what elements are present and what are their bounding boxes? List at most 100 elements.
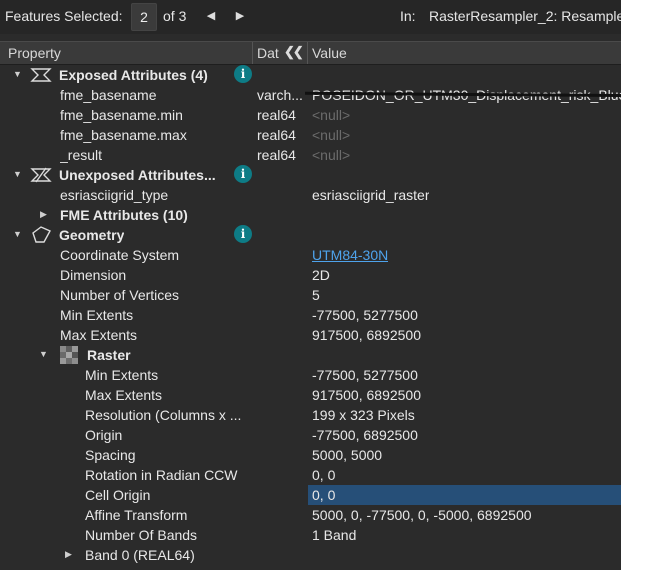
- table-row[interactable]: Rotation in Radian CCW 0, 0: [0, 465, 621, 485]
- table-row[interactable]: Min Extents -77500, 5277500: [0, 365, 621, 385]
- tree-row-unexposed-attributes[interactable]: ▼ Unexposed Attributes... i: [0, 165, 621, 185]
- table-row[interactable]: Min Extents -77500, 5277500: [0, 305, 621, 325]
- table-row[interactable]: Number Of Bands 1 Band: [0, 525, 621, 545]
- property-name: Rotation in Radian CCW: [85, 467, 238, 483]
- tree-row-exposed-attributes[interactable]: ▼ Exposed Attributes (4) i: [0, 65, 621, 85]
- group-label: Band 0 (REAL64): [85, 547, 195, 563]
- feature-index-field[interactable]: 2: [131, 3, 157, 31]
- property-value: 917500, 6892500: [312, 327, 421, 343]
- triangle-left-icon: ◀: [206, 10, 216, 22]
- table-row[interactable]: Dimension 2D: [0, 265, 621, 285]
- property-name: Coordinate System: [60, 247, 180, 263]
- features-selected-label: Features Selected:: [5, 8, 123, 24]
- sigma-slash-icon: [30, 167, 52, 183]
- value-column-header[interactable]: Value: [312, 45, 347, 61]
- in-label: In:: [400, 8, 416, 24]
- table-row[interactable]: Affine Transform 5000, 0, -77500, 0, -50…: [0, 505, 621, 525]
- info-icon[interactable]: i: [234, 165, 252, 183]
- chevron-down-icon[interactable]: ▼: [39, 349, 48, 359]
- chevron-down-icon[interactable]: ▼: [13, 169, 22, 179]
- group-label: Raster: [87, 347, 131, 363]
- property-value: 2D: [312, 267, 330, 283]
- triangle-right-icon: ▶: [235, 10, 245, 22]
- table-row[interactable]: Max Extents 917500, 6892500: [0, 325, 621, 345]
- chevron-right-icon[interactable]: ▶: [65, 549, 72, 560]
- property-name: Dimension: [60, 267, 127, 283]
- selected-value-cell[interactable]: 0, 0: [308, 485, 621, 505]
- group-label: Geometry: [59, 227, 125, 243]
- group-label: Unexposed Attributes...: [59, 167, 216, 183]
- property-value: 5000, 0, -77500, 0, -5000, 6892500: [312, 507, 532, 523]
- property-column-header[interactable]: Property: [8, 45, 61, 61]
- table-row[interactable]: fme_basename varch... POSEIDON_OR_UTM30_…: [0, 85, 621, 105]
- datatype-column-header[interactable]: Dat: [257, 45, 279, 61]
- property-name: Resolution (Columns x ...: [85, 407, 242, 423]
- raster-icon: [60, 346, 78, 364]
- info-icon[interactable]: i: [234, 65, 252, 83]
- property-value: -77500, 6892500: [312, 427, 418, 443]
- attribute-name: _result: [60, 147, 103, 163]
- property-value: 5000, 5000: [312, 447, 383, 463]
- property-name: Min Extents: [60, 307, 134, 323]
- attribute-type: varch...: [257, 87, 303, 103]
- tree-row-geometry[interactable]: ▼ Geometry i: [0, 225, 621, 245]
- attribute-name: fme_basename: [60, 87, 157, 103]
- group-label: FME Attributes (10): [60, 207, 188, 223]
- column-header: Property Dat ❮❮ Value: [0, 41, 621, 65]
- table-row[interactable]: esriasciigrid_type esriasciigrid_raster: [0, 185, 621, 205]
- property-value: -77500, 5277500: [312, 307, 418, 323]
- next-feature-button[interactable]: ▶: [232, 6, 248, 26]
- attribute-name: fme_basename.min: [60, 107, 183, 123]
- table-row[interactable]: Resolution (Columns x ... 199 x 323 Pixe…: [0, 405, 621, 425]
- info-icon[interactable]: i: [234, 225, 252, 243]
- tree-row-raster[interactable]: ▼ Raster: [0, 345, 621, 365]
- property-name: Min Extents: [85, 367, 159, 383]
- feature-information-panel: Features Selected: 2 of 3 ◀ ▶ In: Raster…: [0, 0, 621, 570]
- table-row[interactable]: Coordinate System UTM84-30N: [0, 245, 621, 265]
- coordinate-system-link[interactable]: UTM84-30N: [312, 246, 388, 264]
- tree-row-fme-attributes[interactable]: ▶ FME Attributes (10): [0, 205, 621, 225]
- property-name: Cell Origin: [85, 487, 151, 503]
- sigma-icon: [30, 68, 52, 82]
- property-name: Max Extents: [60, 327, 138, 343]
- attribute-name: fme_basename.max: [60, 127, 187, 143]
- attribute-type: real64: [257, 147, 296, 163]
- table-row[interactable]: Number of Vertices 5: [0, 285, 621, 305]
- chevron-right-icon[interactable]: ▶: [40, 209, 47, 220]
- property-value: 917500, 6892500: [312, 387, 421, 403]
- property-value: 0, 0: [312, 487, 336, 503]
- attribute-value: <null>: [312, 107, 351, 123]
- attribute-value: <null>: [312, 127, 351, 143]
- chevron-down-icon[interactable]: ▼: [13, 69, 22, 79]
- table-row[interactable]: Max Extents 917500, 6892500: [0, 385, 621, 405]
- in-transformer-value: RasterResampler_2: Resample: [429, 8, 621, 24]
- tree-row-band-0[interactable]: ▶ Band 0 (REAL64): [0, 545, 621, 565]
- table-row[interactable]: Origin -77500, 6892500: [0, 425, 621, 445]
- attribute-value: esriasciigrid_raster: [312, 187, 430, 203]
- chevron-down-icon[interactable]: ▼: [13, 229, 22, 239]
- feature-toolbar: Features Selected: 2 of 3 ◀ ▶ In: Raster…: [0, 0, 621, 34]
- group-label: Exposed Attributes (4): [59, 67, 208, 83]
- property-value: 1 Band: [312, 527, 357, 543]
- attribute-type: real64: [257, 127, 296, 143]
- outside-area: [621, 0, 651, 570]
- property-name: Number of Vertices: [60, 287, 180, 303]
- table-row[interactable]: _result real64 <null>: [0, 145, 621, 165]
- attribute-name: esriasciigrid_type: [60, 187, 169, 203]
- property-name: Number Of Bands: [85, 527, 198, 543]
- double-chevron-left-icon[interactable]: ❮❮: [284, 44, 304, 60]
- property-value: 0, 0: [312, 467, 336, 483]
- property-name: Affine Transform: [85, 507, 188, 523]
- property-value: 199 x 323 Pixels: [312, 407, 415, 423]
- table-row[interactable]: Spacing 5000, 5000: [0, 445, 621, 465]
- table-row[interactable]: fme_basename.max real64 <null>: [0, 125, 621, 145]
- table-row[interactable]: fme_basename.min real64 <null>: [0, 105, 621, 125]
- property-value: 5: [312, 287, 320, 303]
- feature-total-label: of 3: [163, 8, 187, 24]
- column-divider[interactable]: [307, 42, 308, 64]
- property-name: Origin: [85, 427, 123, 443]
- column-divider[interactable]: [252, 42, 253, 64]
- previous-feature-button[interactable]: ◀: [203, 6, 219, 26]
- attribute-value: <null>: [312, 147, 351, 163]
- table-row-selected[interactable]: Cell Origin 0, 0: [0, 485, 621, 505]
